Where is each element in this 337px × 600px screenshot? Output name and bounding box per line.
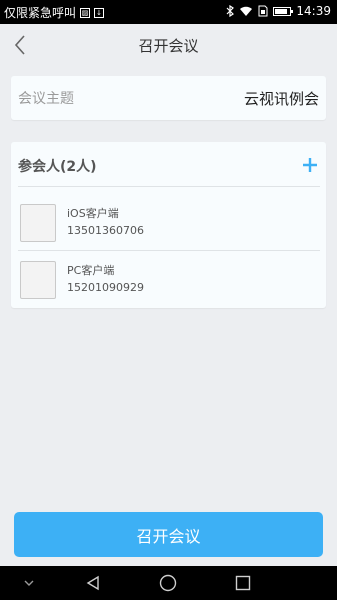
- participant-item[interactable]: PC客户端 15201090929: [11, 253, 326, 309]
- participant-name: PC客户端: [67, 264, 115, 277]
- nav-collapse-button[interactable]: [14, 566, 44, 600]
- image-icon: ▨: [80, 7, 91, 18]
- wifi-icon: [240, 6, 253, 16]
- chevron-left-icon: [14, 35, 25, 55]
- home-circle-icon: [159, 574, 177, 592]
- recents-square-icon: [235, 575, 251, 591]
- participants-title: 参会人(2人): [18, 159, 97, 175]
- add-participant-button[interactable]: [301, 156, 319, 174]
- nav-back-button[interactable]: [78, 566, 108, 600]
- participant-phone: 13501360706: [67, 224, 144, 237]
- bluetooth-icon: [226, 5, 235, 17]
- download-icon: ↓: [94, 7, 105, 18]
- avatar: [20, 204, 56, 242]
- participant-item[interactable]: iOS客户端 13501360706: [11, 196, 326, 252]
- participant-phone: 15201090929: [67, 281, 144, 294]
- chevron-down-icon: [24, 580, 34, 586]
- app-header: 召开会议: [0, 24, 337, 66]
- page-title: 召开会议: [138, 36, 199, 55]
- plus-icon: [303, 158, 317, 172]
- status-bar: 仅限紧急呼叫 ▨ ↓ 14:39: [0, 0, 337, 24]
- participants-card: 参会人(2人) iOS客户端 13501360706 PC客户端 1520109…: [11, 142, 326, 308]
- status-left: 仅限紧急呼叫 ▨ ↓: [4, 4, 105, 21]
- nav-home-button[interactable]: [153, 566, 183, 600]
- carrier-text: 仅限紧急呼叫: [4, 6, 77, 20]
- back-button[interactable]: [10, 32, 34, 58]
- sim-icon: [258, 5, 268, 17]
- back-triangle-icon: [86, 575, 99, 591]
- divider: [18, 250, 320, 251]
- meeting-topic-row[interactable]: 会议主题 云视讯例会: [11, 76, 326, 120]
- clock: 14:39: [296, 4, 331, 18]
- divider: [18, 186, 320, 187]
- participant-name: iOS客户端: [67, 207, 119, 220]
- nav-recents-button[interactable]: [228, 566, 258, 600]
- navigation-bar: [0, 566, 337, 600]
- avatar: [20, 261, 56, 299]
- battery-icon: [273, 6, 294, 16]
- meeting-topic-label: 会议主题: [18, 91, 74, 107]
- battery-level: [275, 8, 288, 14]
- status-right: 14:39: [226, 4, 331, 18]
- start-meeting-button[interactable]: 召开会议: [14, 512, 323, 557]
- meeting-topic-input[interactable]: 云视讯例会: [244, 88, 319, 109]
